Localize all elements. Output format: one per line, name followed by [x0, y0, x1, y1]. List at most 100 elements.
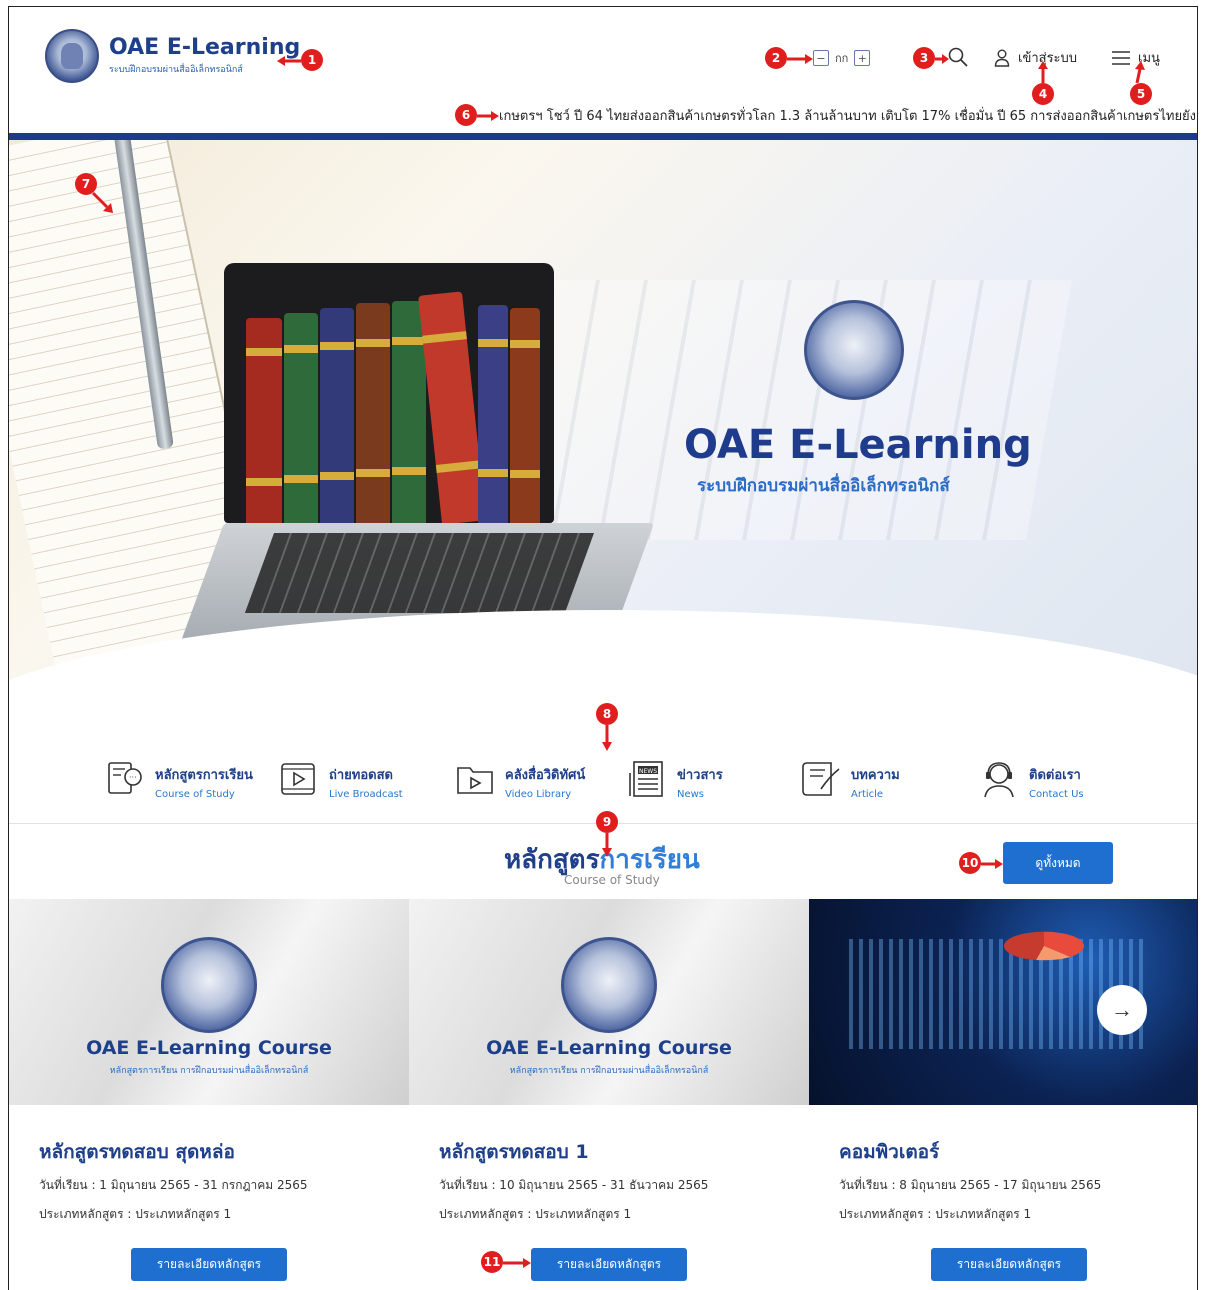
annotation-badge-11: 11: [481, 1251, 503, 1273]
thumbnail-title: OAE E-Learning Course: [486, 1037, 732, 1059]
annotation-badge-2: 2: [765, 47, 787, 69]
font-decrease-button[interactable]: −: [813, 50, 829, 66]
quick-link-course[interactable]: ··· หลักสูตรการเรียน Course of Study: [105, 759, 253, 819]
header-rule: [9, 133, 1197, 140]
annotation-arrow-down-right: [91, 191, 113, 213]
book-image: [284, 313, 318, 523]
annotation-arrow-down: [602, 725, 612, 751]
oae-seal-logo[interactable]: [45, 29, 99, 83]
quick-link-label-th: บทความ: [851, 768, 900, 783]
book-image: [320, 308, 354, 523]
carousel-next-button[interactable]: →: [1097, 985, 1147, 1035]
hero-seal-logo: [804, 300, 904, 400]
annotation-arrow-right: [981, 859, 1003, 869]
quick-link-contact[interactable]: ติดต่อเรา Contact Us: [979, 759, 1084, 819]
book-image: [510, 308, 540, 523]
quick-link-label-en: Live Broadcast: [329, 789, 403, 800]
quick-link-label-th: หลักสูตรการเรียน: [155, 768, 253, 783]
course-detail-button[interactable]: รายละเอียดหลักสูตร: [931, 1248, 1087, 1281]
annotation-badge-5: 5: [1130, 83, 1152, 105]
annotation-arrow-right: [503, 1258, 531, 1268]
courses-section-subtitle: Course of Study: [564, 873, 660, 887]
annotation-arrow-left: [277, 56, 301, 66]
svg-text:···: ···: [129, 773, 137, 782]
course-detail-button[interactable]: รายละเอียดหลักสูตร: [531, 1248, 687, 1281]
font-size-controls: − กก +: [813, 49, 871, 67]
course-type: ประเภทหลักสูตร : ประเภทหลักสูตร 1: [839, 1207, 1032, 1221]
quick-link-label-en: Video Library: [505, 789, 572, 800]
book-image: [418, 291, 486, 525]
svg-text:NEWS: NEWS: [639, 768, 657, 775]
course-thumbnail[interactable]: →: [809, 899, 1197, 1105]
hero-title: OAE E-Learning: [684, 422, 1032, 468]
annotation-arrow-right: [935, 54, 949, 64]
font-increase-button[interactable]: +: [854, 50, 871, 66]
thumbnail-title: OAE E-Learning Course: [86, 1037, 332, 1059]
course-type: ประเภทหลักสูตร : ประเภทหลักสูตร 1: [39, 1207, 232, 1221]
annotation-arrow-down: [602, 833, 612, 857]
course-card: OAE E-Learning Course หลักสูตรการเรียน ก…: [409, 899, 809, 1290]
book-image: [246, 318, 282, 523]
annotation-badge-8: 8: [596, 703, 618, 725]
hero-laptop-keys: [244, 533, 594, 613]
annotation-badge-1: 1: [301, 49, 323, 71]
hamburger-icon: [1112, 50, 1130, 65]
news-ticker[interactable]: เกษตรฯ โชว์ ปี 64 ไทยส่งออกสินค้าเกษตรทั…: [499, 105, 1197, 126]
quick-link-label-en: Course of Study: [155, 789, 235, 800]
logo-title[interactable]: OAE E-Learning: [109, 35, 300, 60]
font-size-label: กก: [835, 52, 849, 65]
course-card: → คอมพิวเตอร์ วันที่เรียน : 8 มิถุนายน 2…: [809, 899, 1197, 1290]
annotation-badge-3: 3: [913, 47, 935, 69]
annotation-badge-10: 10: [959, 852, 981, 874]
search-icon[interactable]: [947, 46, 969, 68]
course-date: วันที่เรียน : 8 มิถุนายน 2565 - 17 มิถุน…: [839, 1178, 1102, 1192]
pie-graphic: [1004, 931, 1084, 961]
hero-keyboard-image: [506, 280, 1072, 540]
annotation-badge-9: 9: [596, 811, 618, 833]
thumbnail-subtitle: หลักสูตรการเรียน การฝึกอบรมผ่านสื่ออิเล็…: [509, 1066, 709, 1076]
course-card: OAE E-Learning Course หลักสูตรการเรียน ก…: [9, 899, 409, 1290]
page-frame: OAE E-Learning ระบบฝึกอบรมผ่านสื่ออิเล็ก…: [8, 6, 1198, 1290]
oae-seal-logo: [561, 937, 657, 1033]
view-all-button[interactable]: ดูทั้งหมด: [1003, 842, 1113, 884]
course-name[interactable]: หลักสูตรทดสอบ สุดหล่อ: [39, 1137, 235, 1167]
news-icon: NEWS: [629, 761, 663, 797]
book-image: [356, 303, 390, 523]
hero-subtitle: ระบบฝึกอบรมผ่านสื่ออิเล็กทรอนิกส์: [697, 476, 950, 496]
book-image: [392, 301, 426, 523]
quick-link-article[interactable]: บทความ Article: [801, 759, 900, 819]
article-icon: [802, 762, 840, 796]
annotation-badge-6: 6: [455, 104, 477, 126]
annotation-arrow-up: [1038, 61, 1048, 83]
site-header: OAE E-Learning ระบบฝึกอบรมผ่านสื่ออิเล็ก…: [9, 7, 1197, 133]
quick-link-label-th: ติดต่อเรา: [1029, 768, 1081, 783]
quick-link-label-en: News: [677, 789, 705, 800]
quick-link-live[interactable]: ถ่ายทอดสด Live Broadcast: [279, 759, 403, 819]
course-thumbnail[interactable]: OAE E-Learning Course หลักสูตรการเรียน ก…: [9, 899, 409, 1105]
quick-link-video[interactable]: คลังสื่อวิดิทัศน์ Video Library: [455, 759, 585, 819]
thumbnail-subtitle: หลักสูตรการเรียน การฝึกอบรมผ่านสื่ออิเล็…: [109, 1066, 309, 1076]
logo-subtitle: ระบบฝึกอบรมผ่านสื่ออิเล็กทรอนิกส์: [109, 65, 243, 75]
live-play-icon: [281, 763, 315, 795]
hero-laptop-image: [224, 263, 554, 525]
annotation-arrow-up: [1135, 61, 1145, 83]
oae-seal-logo: [161, 937, 257, 1033]
book-image: [478, 305, 508, 523]
quick-link-label-en: Article: [851, 789, 884, 800]
quick-link-news[interactable]: NEWS ข่าวสาร News: [627, 759, 723, 819]
headset-icon: [984, 762, 1014, 798]
course-date: วันที่เรียน : 1 มิถุนายน 2565 - 31 กรกฎา…: [39, 1178, 308, 1192]
course-book-icon: ···: [108, 762, 142, 794]
course-detail-button[interactable]: รายละเอียดหลักสูตร: [131, 1248, 287, 1281]
course-name[interactable]: คอมพิวเตอร์: [839, 1137, 939, 1167]
hero-banner[interactable]: OAE E-Learning ระบบฝึกอบรมผ่านสื่ออิเล็ก…: [9, 140, 1197, 700]
course-thumbnail[interactable]: OAE E-Learning Course หลักสูตรการเรียน ก…: [409, 899, 809, 1105]
quick-link-label-th: คลังสื่อวิดิทัศน์: [505, 768, 586, 783]
annotation-badge-4: 4: [1032, 83, 1054, 105]
quick-link-label-th: ถ่ายทอดสด: [329, 768, 393, 783]
course-date: วันที่เรียน : 10 มิถุนายน 2565 - 31 ธันว…: [439, 1178, 709, 1192]
course-name[interactable]: หลักสูตรทดสอบ 1: [439, 1137, 589, 1167]
user-icon: [994, 49, 1010, 67]
video-folder-icon: [457, 767, 493, 794]
course-type: ประเภทหลักสูตร : ประเภทหลักสูตร 1: [439, 1207, 632, 1221]
